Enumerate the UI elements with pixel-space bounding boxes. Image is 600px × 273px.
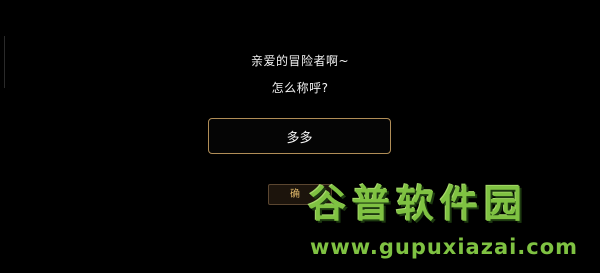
watermark-title: 谷普软件园 [308, 182, 529, 226]
watermark-url: www.gupuxiazai.com [310, 235, 579, 259]
watermark-logo: 谷普软件园 www.gupuxiazai.com [300, 176, 600, 273]
confirm-button[interactable]: 确 [268, 184, 332, 205]
question-text: 怎么称呼? [271, 81, 329, 95]
name-input[interactable] [208, 118, 391, 154]
game-screen: 亲爱的冒险者啊~ 怎么称呼? 确 谷普软件园 www.gupuxiazai.co… [0, 0, 600, 273]
confirm-button-label: 确 [290, 189, 300, 200]
greeting-text: 亲爱的冒险者啊~ [250, 54, 350, 68]
